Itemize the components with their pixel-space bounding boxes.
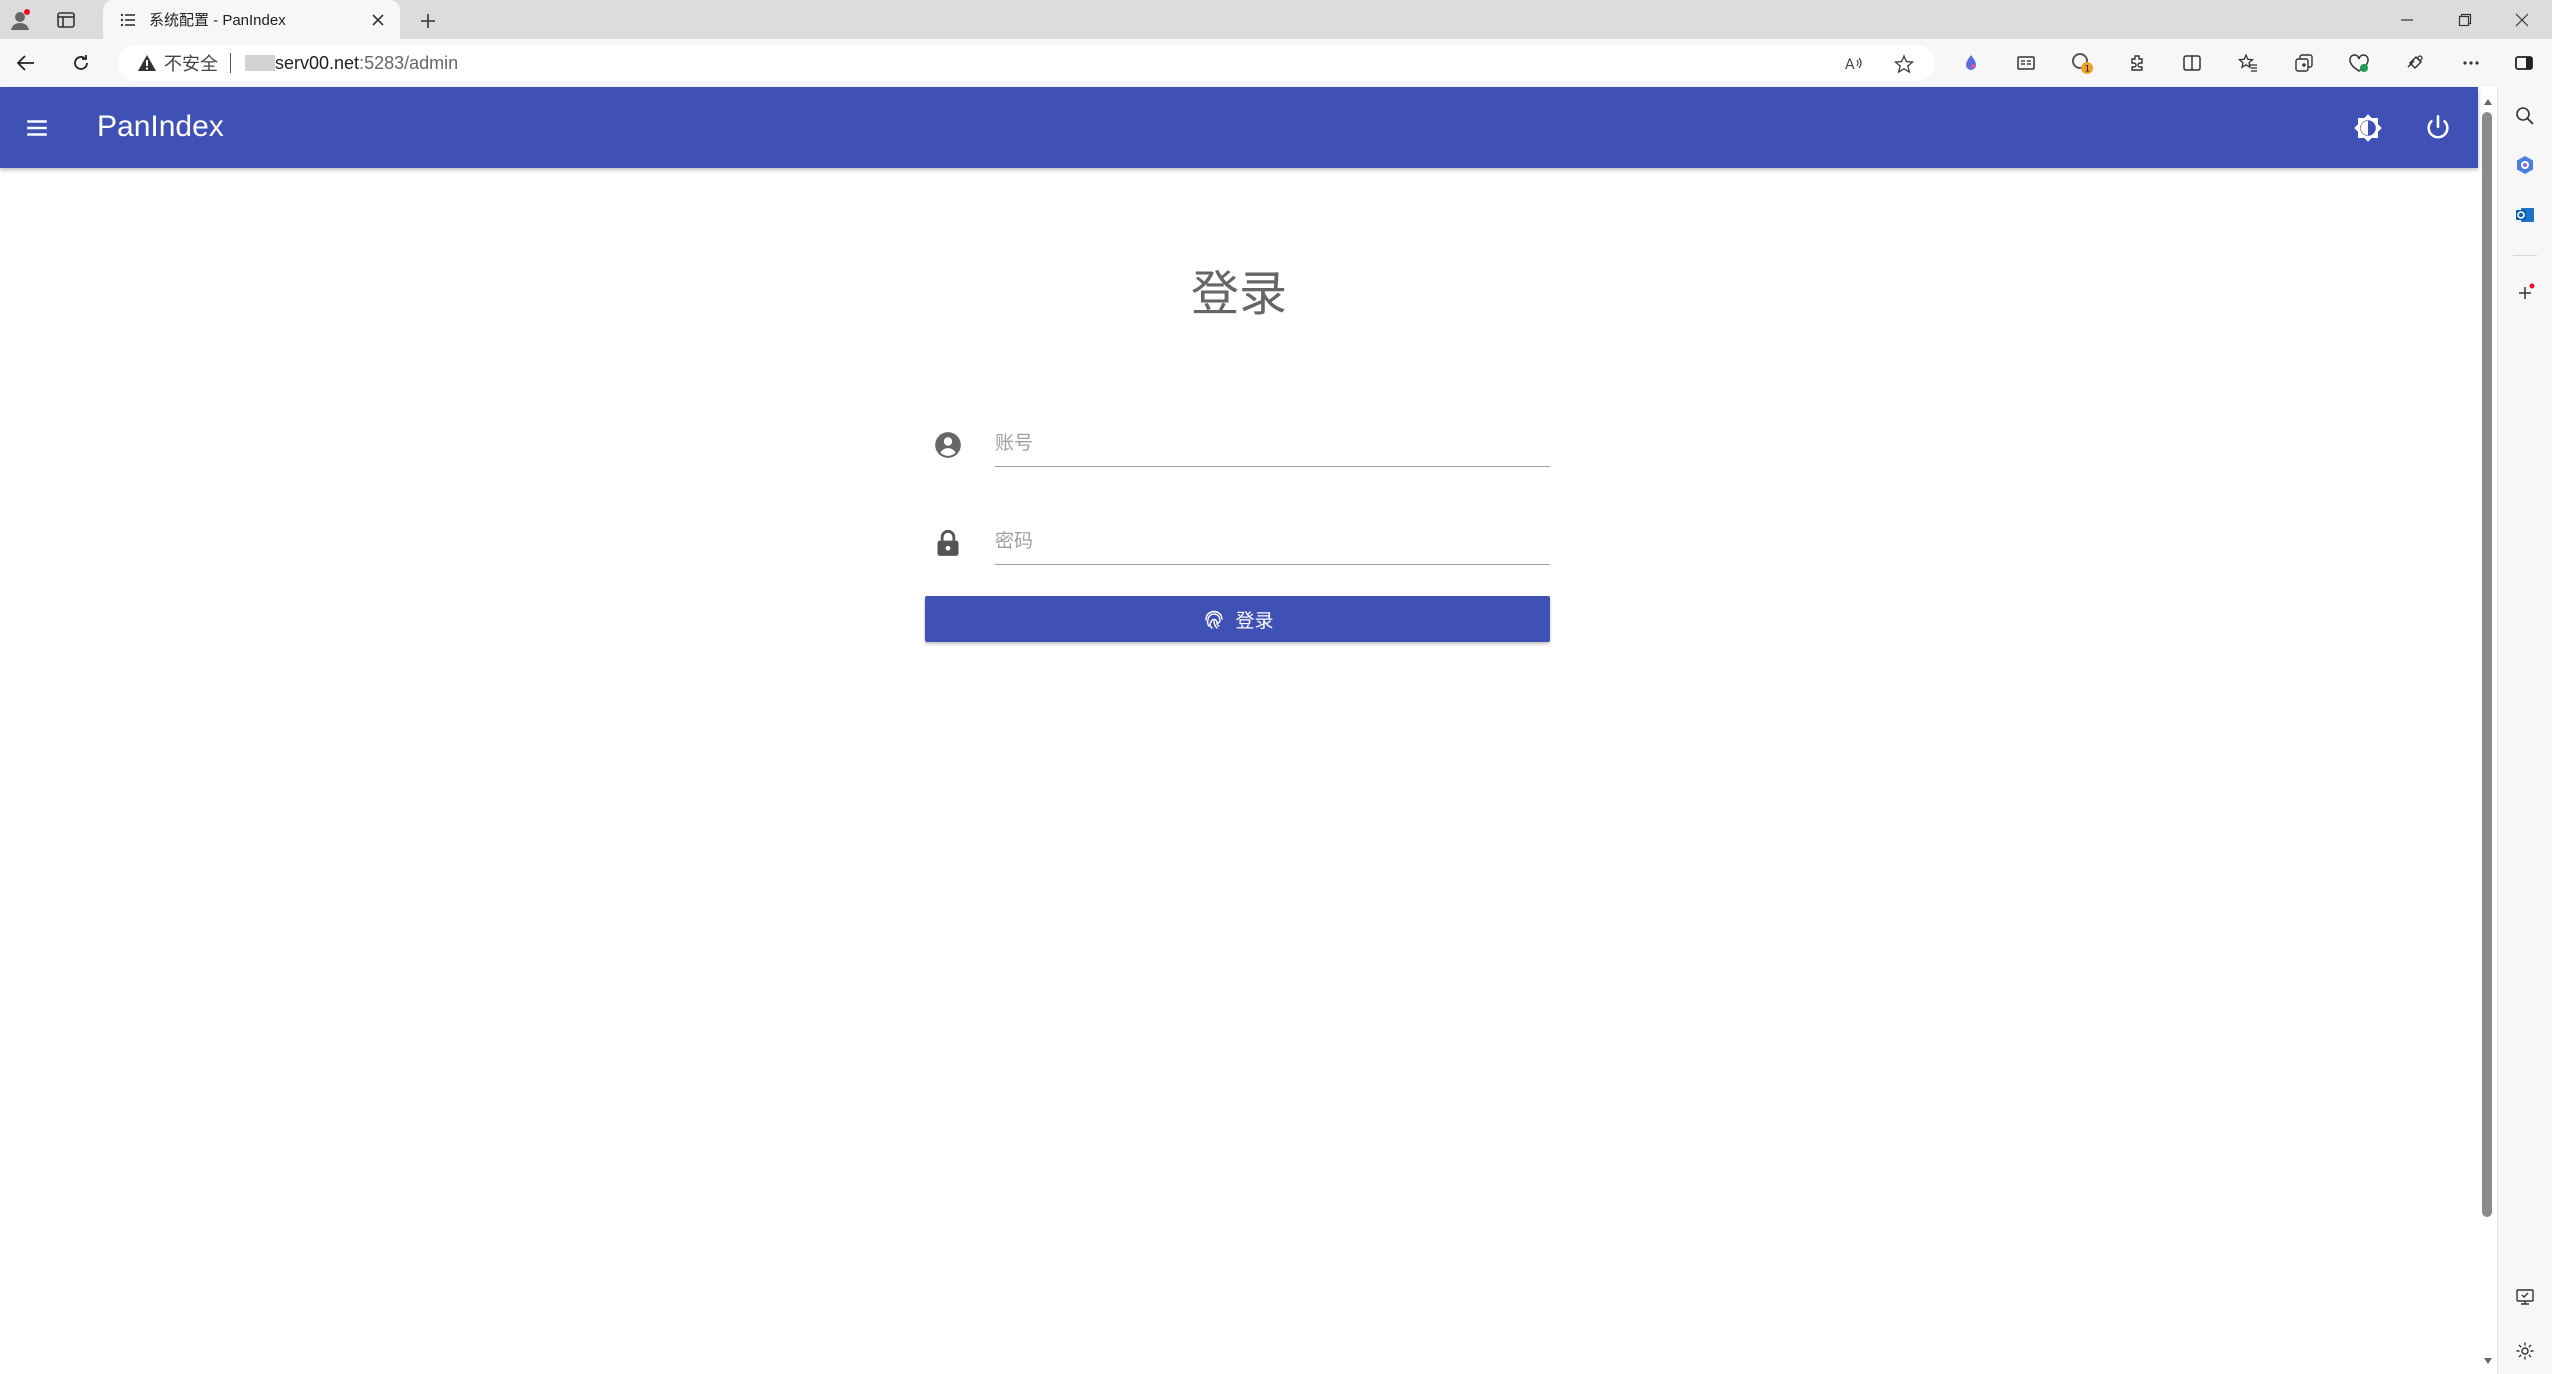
url-host: serv00.net: [275, 52, 360, 73]
svg-text:A: A: [1845, 57, 1855, 73]
fingerprint-icon: [1201, 606, 1227, 632]
password-row: [925, 520, 1550, 570]
immersive-reader-icon[interactable]: [2010, 47, 2042, 79]
extension-drop-icon[interactable]: [1955, 47, 1987, 79]
sidebar-divider: [2513, 255, 2537, 256]
sidebar-toggle-icon[interactable]: [2508, 47, 2540, 79]
sidebar-search-icon[interactable]: [2511, 102, 2539, 130]
edge-sidebar: [2497, 87, 2552, 1374]
extensions-icon[interactable]: [2121, 47, 2153, 79]
tab-title: 系统配置 - PanIndex: [149, 12, 286, 29]
sidebar-settings-icon[interactable]: [2511, 1337, 2539, 1365]
tab-actions-icon[interactable]: [52, 6, 80, 34]
login-button[interactable]: 登录: [925, 596, 1550, 642]
password-input[interactable]: [995, 520, 1550, 565]
sidebar-add-icon[interactable]: [2511, 279, 2539, 307]
username-row: [925, 422, 1550, 472]
favorites-icon[interactable]: [2232, 47, 2264, 79]
profile-icon[interactable]: [6, 6, 34, 34]
menu-icon[interactable]: [18, 109, 56, 147]
browser-essentials-icon[interactable]: [2343, 47, 2375, 79]
extension-badge-icon[interactable]: 1: [2066, 47, 2098, 79]
address-bar[interactable]: 不安全 serv00.net:5283/admin A: [118, 45, 1935, 81]
account-circle-icon: [933, 430, 963, 460]
copilot-icon[interactable]: [2399, 47, 2431, 79]
url-text[interactable]: serv00.net:5283/admin: [275, 53, 458, 74]
login-title: 登录: [1190, 268, 1287, 321]
back-icon[interactable]: [10, 47, 42, 79]
scrollbar-thumb[interactable]: [2482, 112, 2492, 1217]
url-path: :5283/admin: [359, 52, 459, 73]
warning-icon[interactable]: [136, 52, 158, 74]
app-header: PanIndex: [0, 87, 2478, 168]
more-options-icon[interactable]: [2455, 47, 2487, 79]
app-brand[interactable]: PanIndex: [97, 109, 224, 145]
new-tab-icon[interactable]: [413, 6, 443, 36]
extension-badge-count: 1: [2085, 65, 2091, 75]
brightness-icon[interactable]: [2347, 107, 2389, 149]
divider: [230, 53, 231, 73]
browser-title-bar: 系统配置 - PanIndex: [0, 0, 2552, 39]
collections-icon[interactable]: [2288, 47, 2320, 79]
browser-tab-active[interactable]: 系统配置 - PanIndex: [103, 0, 400, 39]
favorite-star-icon[interactable]: [1893, 53, 1915, 75]
redacted-subdomain: [245, 55, 275, 71]
scroll-up-icon[interactable]: [2480, 94, 2495, 109]
lock-icon: [933, 528, 963, 558]
power-icon[interactable]: [2417, 107, 2459, 149]
sidebar-copilot-icon[interactable]: [2511, 151, 2539, 179]
insecure-label[interactable]: 不安全: [164, 50, 218, 76]
sidebar-screenshot-icon[interactable]: [2511, 1283, 2539, 1311]
close-window-icon[interactable]: [2494, 0, 2550, 39]
minimize-icon[interactable]: [2379, 0, 2435, 39]
username-input[interactable]: [995, 422, 1550, 467]
read-aloud-icon[interactable]: A: [1843, 53, 1865, 75]
browser-toolbar: 不安全 serv00.net:5283/admin A 1: [0, 39, 2552, 87]
close-tab-icon[interactable]: [364, 6, 392, 34]
settings-list-icon: [117, 9, 139, 31]
split-screen-icon[interactable]: [2176, 47, 2208, 79]
sidebar-outlook-icon[interactable]: [2511, 201, 2539, 229]
login-button-label: 登录: [1235, 610, 1274, 632]
reload-icon[interactable]: [65, 47, 97, 79]
scroll-down-icon[interactable]: [2480, 1353, 2495, 1368]
restore-icon[interactable]: [2437, 0, 2493, 39]
